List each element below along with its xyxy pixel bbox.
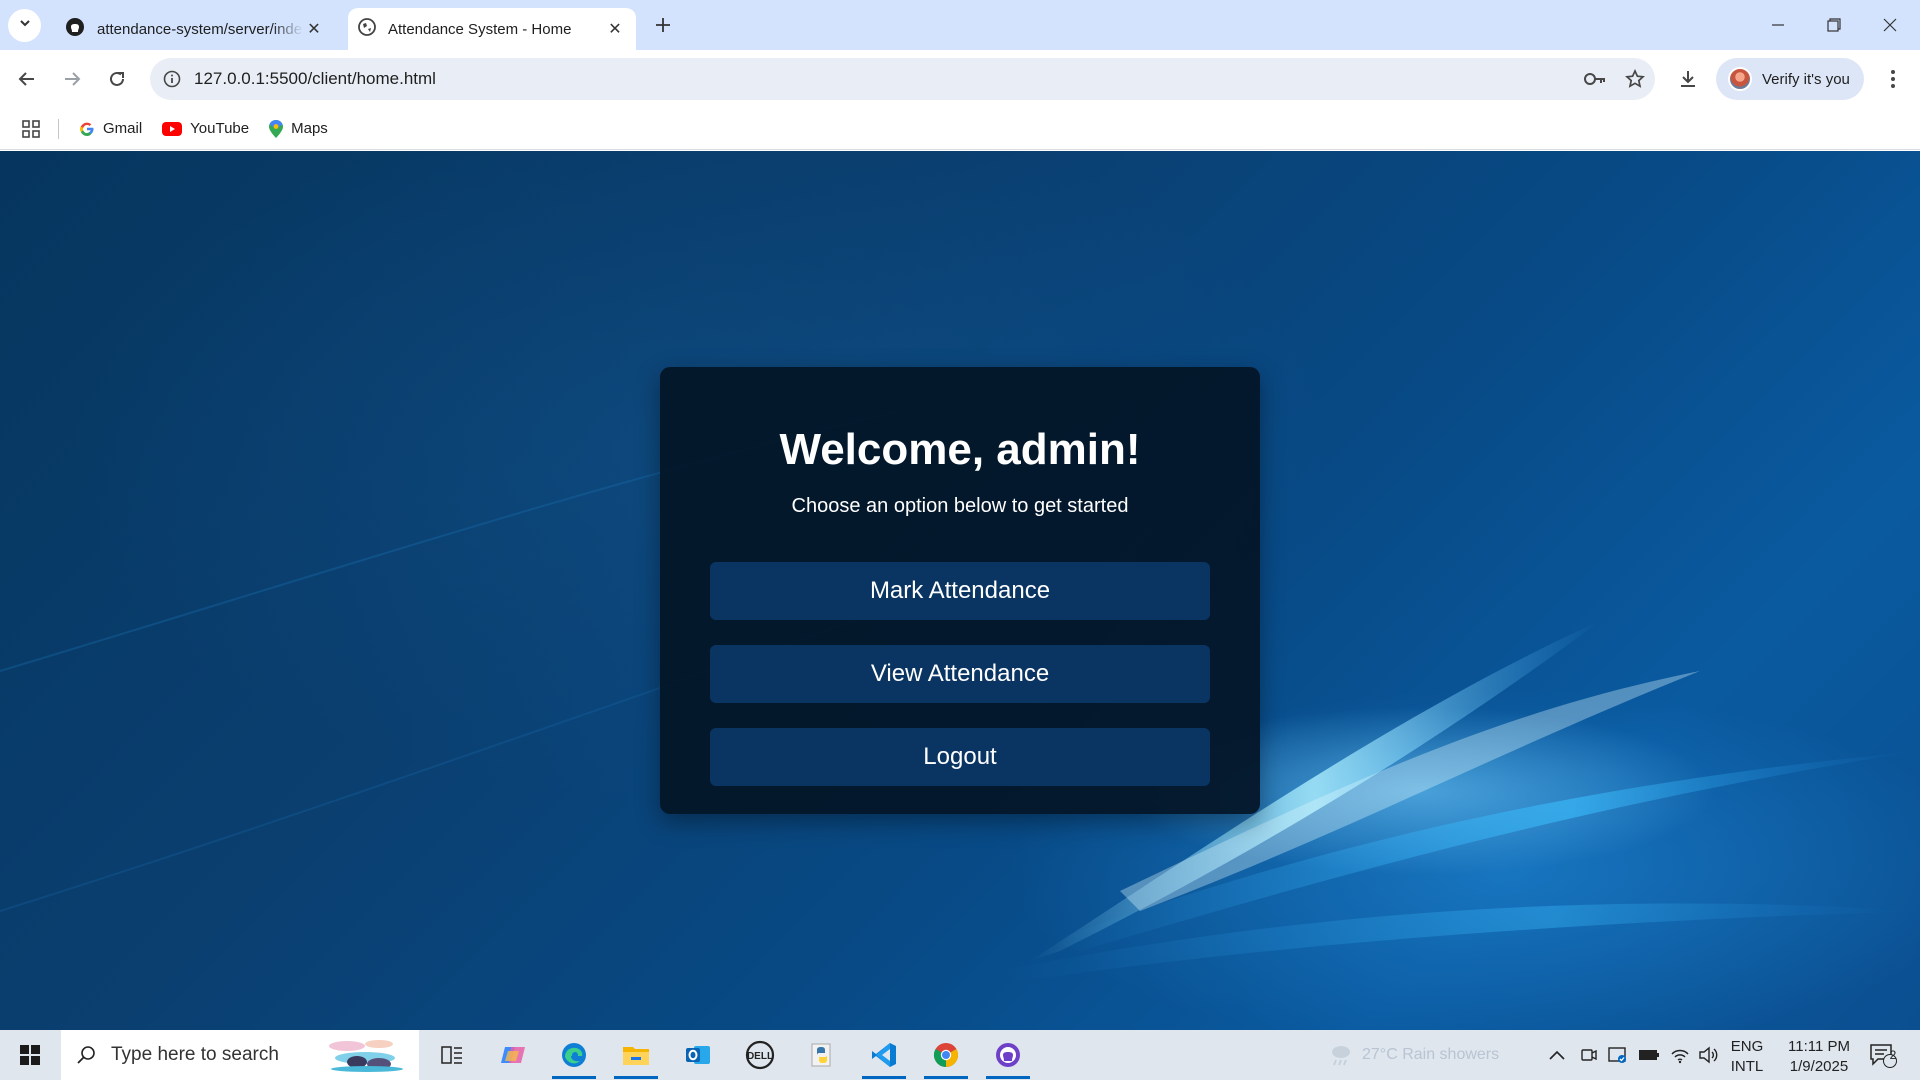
- system-clock[interactable]: 11:11 PM 1/9/2025: [1774, 1037, 1864, 1077]
- edge-browser-icon[interactable]: [546, 1030, 602, 1080]
- close-icon[interactable]: ✕: [604, 18, 626, 40]
- chevron-down-icon: [18, 16, 32, 35]
- bookmark-star-icon[interactable]: [1615, 69, 1655, 89]
- show-hidden-icons-chevron-icon[interactable]: [1548, 1030, 1566, 1080]
- bookmark-label: YouTube: [190, 120, 250, 137]
- forward-button[interactable]: [55, 62, 89, 96]
- weather-cloud-icon: [1328, 1042, 1354, 1068]
- download-icon[interactable]: [1671, 62, 1705, 96]
- bookmark-maps[interactable]: Maps: [269, 119, 328, 138]
- notifications-icon[interactable]: 2: [1868, 1030, 1898, 1080]
- mark-attendance-button[interactable]: Mark Attendance: [710, 562, 1210, 620]
- profile-label: Verify it's you: [1762, 70, 1850, 88]
- svg-text:DELL: DELL: [747, 1051, 773, 1062]
- outlook-icon[interactable]: [670, 1030, 726, 1080]
- globe-icon: [358, 18, 376, 40]
- google-icon: [79, 121, 95, 137]
- windows-taskbar: Type here to search DELL 27°C Rain showe…: [0, 1030, 1920, 1080]
- welcome-card: Welcome, admin! Choose an option below t…: [660, 367, 1260, 814]
- browser-toolbar: 127.0.0.1:5500/client/home.html Verify i…: [0, 50, 1920, 108]
- maps-pin-icon: [269, 119, 284, 138]
- tab-attendance-home[interactable]: Attendance System - Home ✕: [348, 8, 636, 50]
- language-indicator[interactable]: ENG INTL: [1722, 1037, 1772, 1077]
- bookmark-youtube[interactable]: YouTube: [162, 120, 249, 137]
- dell-icon[interactable]: DELL: [732, 1030, 788, 1080]
- windows-start-button[interactable]: [0, 1030, 60, 1080]
- clock-date: 1/9/2025: [1789, 1058, 1849, 1075]
- file-explorer-icon[interactable]: [608, 1030, 664, 1080]
- clock-time: 11:11 PM: [1788, 1038, 1850, 1055]
- search-highlight-art-icon: [329, 1040, 403, 1072]
- vscode-icon[interactable]: [856, 1030, 912, 1080]
- tab-title: attendance-system/server/index.js: [97, 20, 303, 38]
- language-code: ENG: [1730, 1038, 1764, 1055]
- new-tab-button[interactable]: [650, 12, 676, 38]
- apps-grid-icon[interactable]: [22, 119, 40, 138]
- view-attendance-button[interactable]: View Attendance: [710, 645, 1210, 703]
- tab-title: Attendance System - Home: [388, 20, 572, 38]
- windows-logo-icon: [20, 1045, 40, 1065]
- youtube-icon: [162, 121, 183, 136]
- wifi-icon[interactable]: [1670, 1030, 1690, 1080]
- bookmark-divider: [58, 118, 59, 139]
- close-window-button[interactable]: [1862, 0, 1918, 50]
- tab-search-button[interactable]: [8, 9, 41, 42]
- minimize-button[interactable]: [1750, 0, 1806, 50]
- notification-count: 2: [1889, 1048, 1897, 1062]
- restore-button[interactable]: [1806, 0, 1862, 50]
- tab-github[interactable]: attendance-system/server/index.js ✕: [55, 8, 335, 50]
- site-info-icon[interactable]: [150, 70, 194, 88]
- back-button[interactable]: [10, 62, 44, 96]
- weather-widget[interactable]: 27°C Rain showers: [1328, 1030, 1499, 1080]
- bookmarks-bar: Gmail YouTube Maps: [0, 108, 1920, 150]
- profile-button[interactable]: Verify it's you: [1716, 58, 1864, 100]
- bookmark-label: Gmail: [103, 120, 143, 137]
- logout-button[interactable]: Logout: [710, 728, 1210, 786]
- github-icon: [65, 17, 85, 41]
- chrome-icon[interactable]: [918, 1030, 974, 1080]
- task-view-icon[interactable]: [424, 1030, 480, 1080]
- search-icon: [61, 1045, 111, 1065]
- reload-button[interactable]: [100, 62, 134, 96]
- python-idle-icon[interactable]: [794, 1030, 850, 1080]
- password-key-icon[interactable]: [1575, 71, 1615, 87]
- page-title: Welcome, admin!: [779, 425, 1141, 474]
- bookmark-gmail[interactable]: Gmail: [79, 120, 142, 137]
- search-placeholder: Type here to search: [111, 1044, 279, 1065]
- security-shield-icon[interactable]: [1607, 1030, 1627, 1080]
- meet-now-icon[interactable]: [1580, 1030, 1598, 1080]
- battery-icon[interactable]: [1638, 1030, 1660, 1080]
- browser-tab-strip: attendance-system/server/index.js ✕ Atte…: [0, 0, 1920, 50]
- weather-text: 27°C Rain showers: [1362, 1046, 1500, 1063]
- taskbar-search[interactable]: Type here to search: [61, 1030, 419, 1080]
- page-subtitle: Choose an option below to get started: [791, 495, 1129, 517]
- address-bar[interactable]: 127.0.0.1:5500/client/home.html: [150, 58, 1655, 100]
- avatar: [1728, 67, 1752, 91]
- close-icon[interactable]: ✕: [303, 18, 325, 40]
- url-text[interactable]: 127.0.0.1:5500/client/home.html: [194, 69, 1575, 89]
- github-desktop-icon[interactable]: [980, 1030, 1036, 1080]
- more-menu-icon[interactable]: [1876, 62, 1910, 96]
- keyboard-layout: INTL: [1730, 1058, 1764, 1075]
- volume-icon[interactable]: [1698, 1030, 1718, 1080]
- copilot-icon[interactable]: [485, 1030, 541, 1080]
- bookmark-label: Maps: [291, 120, 328, 137]
- page-background: Welcome, admin! Choose an option below t…: [0, 151, 1920, 1030]
